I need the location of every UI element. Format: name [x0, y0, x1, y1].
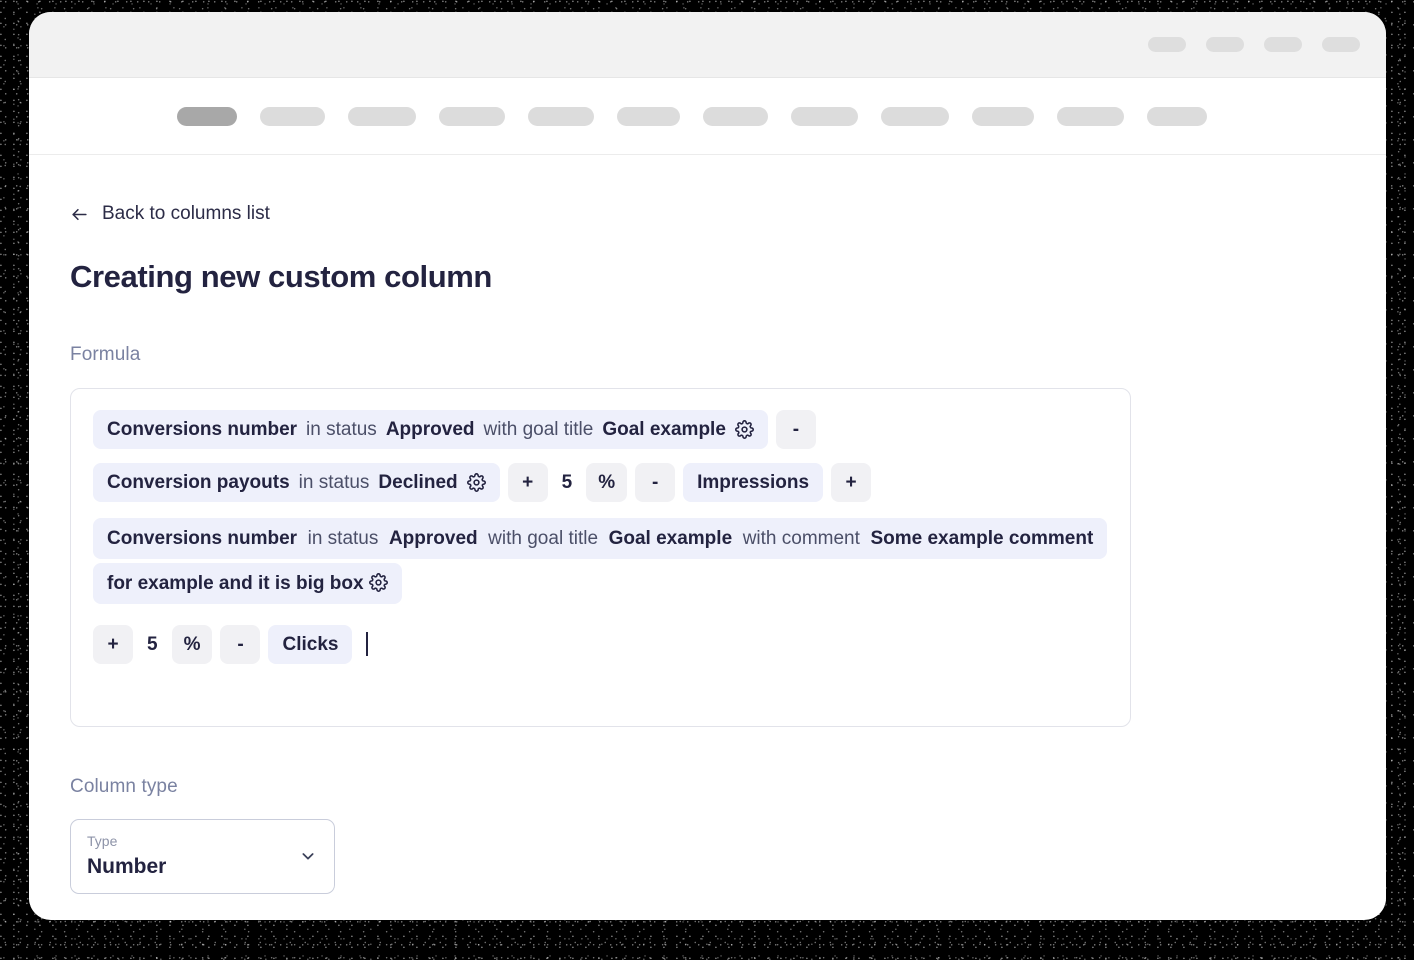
formula-operator-token[interactable]: -: [635, 463, 675, 502]
formula-entity-token-wrapping[interactable]: Conversions number in status Approved wi…: [93, 518, 1107, 605]
formula-row: Conversion payouts in status Declined +5%- I…: [93, 463, 1108, 502]
formula-number-token[interactable]: 5: [141, 625, 164, 664]
formula-row: Conversions number in status Approved wi…: [93, 516, 1108, 607]
page-title: Creating new custom column: [70, 259, 1386, 295]
token-value: Declined: [378, 473, 457, 492]
formula-section-label: Formula: [70, 344, 1386, 366]
column-type-select-label: Type: [87, 832, 318, 852]
column-type-select-value: Number: [87, 855, 318, 879]
nav-pill-1[interactable]: [177, 107, 237, 126]
nav-pill-6[interactable]: [617, 107, 680, 126]
formula-operator-token[interactable]: %: [172, 625, 213, 664]
chevron-down-icon[interactable]: [300, 848, 316, 864]
nav-pill-10[interactable]: [972, 107, 1034, 126]
token-value: Conversions number: [107, 420, 297, 439]
titlebar-button-4[interactable]: [1322, 37, 1360, 52]
gear-icon[interactable]: [735, 420, 754, 439]
back-to-columns-list-link[interactable]: Back to columns list: [70, 203, 270, 225]
column-type-select[interactable]: Type Number: [70, 819, 335, 894]
nav-pill-8[interactable]: [791, 107, 858, 126]
token-value: Impressions: [697, 473, 809, 492]
token-value: Goal example: [609, 528, 743, 549]
formula-operator-token[interactable]: %: [586, 463, 627, 502]
text-cursor: [366, 632, 368, 656]
nav-pill-3[interactable]: [348, 107, 416, 126]
formula-row: +5%- Clicks: [93, 625, 1108, 664]
formula-operator-token[interactable]: +: [831, 463, 871, 502]
formula-row: Conversions number in status Approved with …: [93, 410, 1108, 449]
main-navigation: [29, 78, 1386, 155]
nav-pill-12[interactable]: [1147, 107, 1207, 126]
nav-pill-2[interactable]: [260, 107, 325, 126]
browser-titlebar: [29, 12, 1386, 78]
token-value: Approved: [386, 420, 475, 439]
token-connector: with goal title: [488, 528, 608, 549]
formula-entity-token[interactable]: Clicks: [268, 625, 352, 664]
formula-operator-token[interactable]: -: [220, 625, 260, 664]
titlebar-button-1[interactable]: [1148, 37, 1186, 52]
gear-icon[interactable]: [369, 573, 388, 592]
page-content: Back to columns list Creating new custom…: [29, 155, 1386, 919]
nav-pill-9[interactable]: [881, 107, 949, 126]
token-connector: with comment: [743, 528, 871, 549]
token-value: Approved: [389, 528, 488, 549]
token-value: Clicks: [282, 635, 338, 654]
token-connector: with goal title: [484, 420, 594, 439]
nav-pill-11[interactable]: [1057, 107, 1124, 126]
token-value: Goal example: [602, 420, 726, 439]
back-link-label: Back to columns list: [102, 203, 270, 225]
formula-entity-token[interactable]: Impressions: [683, 463, 823, 502]
formula-operator-token[interactable]: +: [508, 463, 548, 502]
titlebar-button-3[interactable]: [1264, 37, 1302, 52]
column-type-section-label: Column type: [70, 776, 1386, 798]
formula-operator-token[interactable]: +: [93, 625, 133, 664]
arrow-left-icon: [70, 205, 89, 224]
nav-pill-7[interactable]: [703, 107, 768, 126]
browser-window: Back to columns list Creating new custom…: [29, 12, 1386, 920]
token-value: Conversions number: [107, 528, 308, 549]
token-connector: in status: [306, 420, 377, 439]
formula-operator-token[interactable]: -: [776, 410, 816, 449]
nav-pill-4[interactable]: [439, 107, 505, 126]
token-value: Conversion payouts: [107, 473, 290, 492]
token-connector: in status: [308, 528, 389, 549]
formula-editor[interactable]: Conversions numberin statusApprovedwith …: [70, 388, 1131, 727]
formula-entity-token[interactable]: Conversions number in status Approved with …: [93, 410, 768, 449]
formula-number-token[interactable]: 5: [556, 463, 579, 502]
titlebar-button-2[interactable]: [1206, 37, 1244, 52]
token-connector: in status: [299, 473, 370, 492]
gear-icon[interactable]: [467, 473, 486, 492]
nav-pill-5[interactable]: [528, 107, 594, 126]
formula-entity-token[interactable]: Conversion payouts in status Declined: [93, 463, 500, 502]
